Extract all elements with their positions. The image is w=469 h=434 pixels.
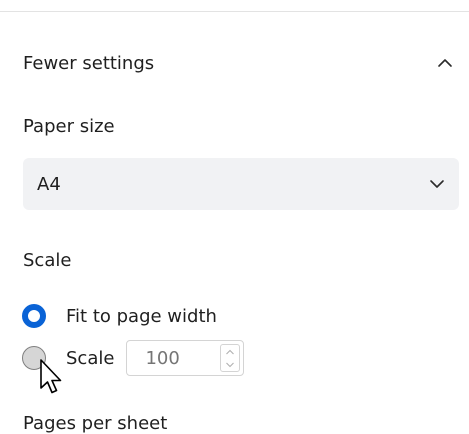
fit-to-page-width-label: Fit to page width xyxy=(66,305,217,327)
fit-to-page-width-option[interactable]: Fit to page width xyxy=(22,301,217,331)
fewer-settings-label: Fewer settings xyxy=(23,52,155,74)
paper-size-label: Paper size xyxy=(23,116,115,137)
scale-label: Scale xyxy=(23,250,72,271)
top-divider xyxy=(0,11,469,12)
scale-spinner[interactable] xyxy=(220,344,241,372)
fewer-settings-toggle[interactable]: Fewer settings xyxy=(23,46,459,80)
chevron-down-icon xyxy=(425,172,449,196)
paper-size-select[interactable]: A4 xyxy=(23,158,459,210)
scale-option[interactable]: Scale xyxy=(22,339,245,377)
scale-value-field[interactable] xyxy=(126,340,245,376)
chevron-up-icon xyxy=(431,49,459,77)
pages-per-sheet-label: Pages per sheet xyxy=(23,413,168,434)
spin-down-icon[interactable] xyxy=(221,358,239,371)
fit-to-page-width-radio[interactable] xyxy=(22,304,46,328)
scale-option-label: Scale xyxy=(66,347,115,369)
scale-radio[interactable] xyxy=(22,346,46,370)
scale-value-input[interactable] xyxy=(127,346,224,370)
spin-up-icon[interactable] xyxy=(221,345,239,358)
paper-size-value: A4 xyxy=(37,173,61,195)
